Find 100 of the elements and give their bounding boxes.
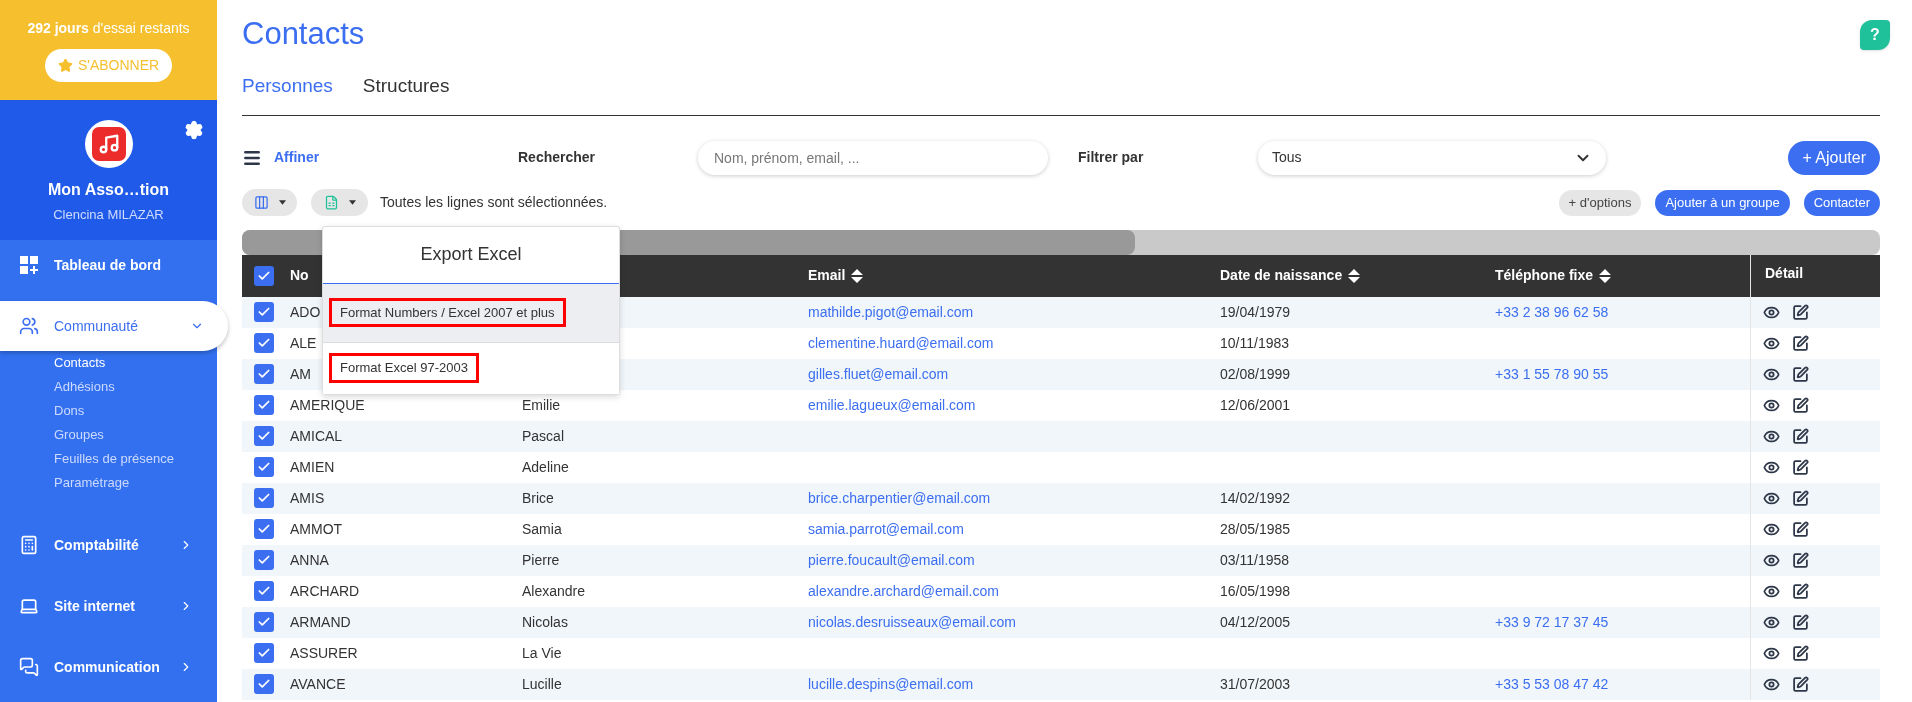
nav-subitem[interactable]: Groupes <box>54 423 217 447</box>
columns-button[interactable] <box>242 189 297 216</box>
spreadsheet-icon <box>323 195 339 210</box>
email-link[interactable]: mathilde.pigot@email.com <box>808 303 974 320</box>
checkbox[interactable] <box>254 643 274 663</box>
nav-item[interactable]: Comptabilité <box>0 520 217 570</box>
logo <box>84 120 133 168</box>
edit-icon[interactable] <box>1792 365 1809 383</box>
phone-link[interactable]: +33 2 38 96 62 58 <box>1495 303 1609 320</box>
table-cell: Pierre <box>522 551 560 568</box>
menu-item[interactable]: Format Numbers / Excel 2007 et plus <box>323 283 619 342</box>
table-cell: 19/04/1979 <box>1220 303 1291 320</box>
email-link[interactable]: lucille.despins@email.com <box>808 675 974 692</box>
email-link[interactable]: clementine.huard@email.com <box>808 334 994 351</box>
email-link[interactable]: nicolas.desruisseaux@email.com <box>808 613 1016 630</box>
nav-item[interactable]: Tableau de bord <box>0 240 217 290</box>
checkbox[interactable] <box>254 395 274 415</box>
phone-link[interactable]: +33 5 53 08 47 42 <box>1495 675 1609 692</box>
filter-select[interactable]: Tous <box>1258 140 1606 175</box>
edit-icon[interactable] <box>1792 427 1809 445</box>
checkbox[interactable] <box>254 550 274 570</box>
nav-subitem[interactable]: Paramétrage <box>54 471 217 495</box>
phone-link[interactable]: +33 1 55 78 90 55 <box>1495 365 1609 382</box>
column-header[interactable]: Date de naissance <box>1220 265 1343 286</box>
edit-icon[interactable] <box>1792 334 1809 352</box>
nav-item[interactable]: Communication <box>0 642 217 692</box>
checkbox[interactable] <box>254 364 274 384</box>
nav-icon <box>19 657 39 677</box>
nav-item[interactable]: Site internet <box>0 581 217 631</box>
edit-icon[interactable] <box>1792 520 1809 538</box>
column-header[interactable]: No <box>290 267 309 283</box>
table-cell: AMMOT <box>290 520 343 537</box>
tab[interactable]: Personnes <box>242 72 333 101</box>
menu-item[interactable]: Format Excel 97-2003 <box>323 341 619 394</box>
table-cell: 28/05/1985 <box>1220 520 1291 537</box>
table-cell: ANNA <box>290 551 329 568</box>
email-link[interactable]: pierre.foucault@email.com <box>808 551 975 568</box>
page-title: Contacts <box>242 15 365 53</box>
edit-icon[interactable] <box>1792 644 1809 662</box>
email-link[interactable]: gilles.fluet@email.com <box>808 365 949 382</box>
action-button[interactable]: + d'options <box>1558 189 1642 216</box>
nav-subitem[interactable]: Contacts <box>54 351 217 375</box>
sort-icon[interactable] <box>1348 268 1361 283</box>
checkbox[interactable] <box>254 519 274 539</box>
action-button[interactable]: Ajouter à un groupe <box>1655 189 1790 216</box>
check-icon <box>257 677 271 691</box>
nav-icon <box>19 535 39 555</box>
nav-item[interactable]: Communauté <box>0 301 228 351</box>
refine-link[interactable]: Affiner <box>274 147 464 168</box>
edit-icon[interactable] <box>1792 582 1809 600</box>
edit-icon[interactable] <box>1792 396 1809 414</box>
checkbox[interactable] <box>254 265 274 286</box>
add-button[interactable]: + Ajouter <box>1788 140 1880 175</box>
column-header[interactable]: Téléphone fixe <box>1495 265 1594 286</box>
checkbox[interactable] <box>254 581 274 601</box>
edit-icon[interactable] <box>1792 675 1809 693</box>
checkbox[interactable] <box>254 674 274 694</box>
email-link[interactable]: emilie.lagueux@email.com <box>808 396 976 413</box>
email-link[interactable]: samia.parrot@email.com <box>808 520 964 537</box>
check-icon <box>257 460 271 474</box>
check-icon <box>257 336 271 350</box>
edit-icon[interactable] <box>1792 489 1809 507</box>
checkbox[interactable] <box>254 333 274 353</box>
checkbox[interactable] <box>254 457 274 477</box>
table-cell: 12/06/2001 <box>1220 396 1291 413</box>
edit-icon[interactable] <box>1792 458 1809 476</box>
checkbox[interactable] <box>254 488 274 508</box>
column-header[interactable]: Email <box>808 265 846 286</box>
email-link[interactable]: alexandre.archard@email.com <box>808 582 999 599</box>
caret-icon <box>278 200 286 205</box>
table-cell: Emilie <box>522 396 561 413</box>
table-cell: AM <box>290 365 311 382</box>
table-cell: Adeline <box>522 458 569 475</box>
check-icon <box>257 522 271 536</box>
action-button[interactable]: Contacter <box>1803 189 1880 216</box>
settings-icon[interactable] <box>184 120 204 140</box>
search-field[interactable]: Nom, prénom, email, ... <box>698 140 1048 175</box>
table-cell: ALE <box>290 334 317 351</box>
sort-icon[interactable] <box>1599 268 1612 283</box>
checkbox[interactable] <box>254 612 274 632</box>
nav-subitem[interactable]: Adhésions <box>54 375 217 399</box>
help-button[interactable]: ? <box>1860 20 1890 50</box>
nav-subitem[interactable]: Dons <box>54 399 217 423</box>
edit-icon[interactable] <box>1792 551 1809 569</box>
nav-subitem[interactable]: Feuilles de présence <box>54 447 217 471</box>
table-cell: AMERIQUE <box>290 396 365 413</box>
table-cell: AMICAL <box>290 427 343 444</box>
table-cell: 31/07/2003 <box>1220 675 1291 692</box>
checkbox[interactable] <box>254 426 274 446</box>
table-cell: AMIEN <box>290 458 335 475</box>
check-icon <box>257 429 271 443</box>
table-cell: Lucille <box>522 675 562 692</box>
edit-icon[interactable] <box>1792 303 1809 321</box>
table-cell: 14/02/1992 <box>1220 489 1291 506</box>
tab[interactable]: Structures <box>362 72 450 101</box>
email-link[interactable]: brice.charpentier@email.com <box>808 489 991 506</box>
sort-icon[interactable] <box>851 268 864 283</box>
checkbox[interactable] <box>254 302 274 322</box>
edit-icon[interactable] <box>1792 613 1809 631</box>
phone-link[interactable]: +33 9 72 17 37 45 <box>1495 613 1609 630</box>
